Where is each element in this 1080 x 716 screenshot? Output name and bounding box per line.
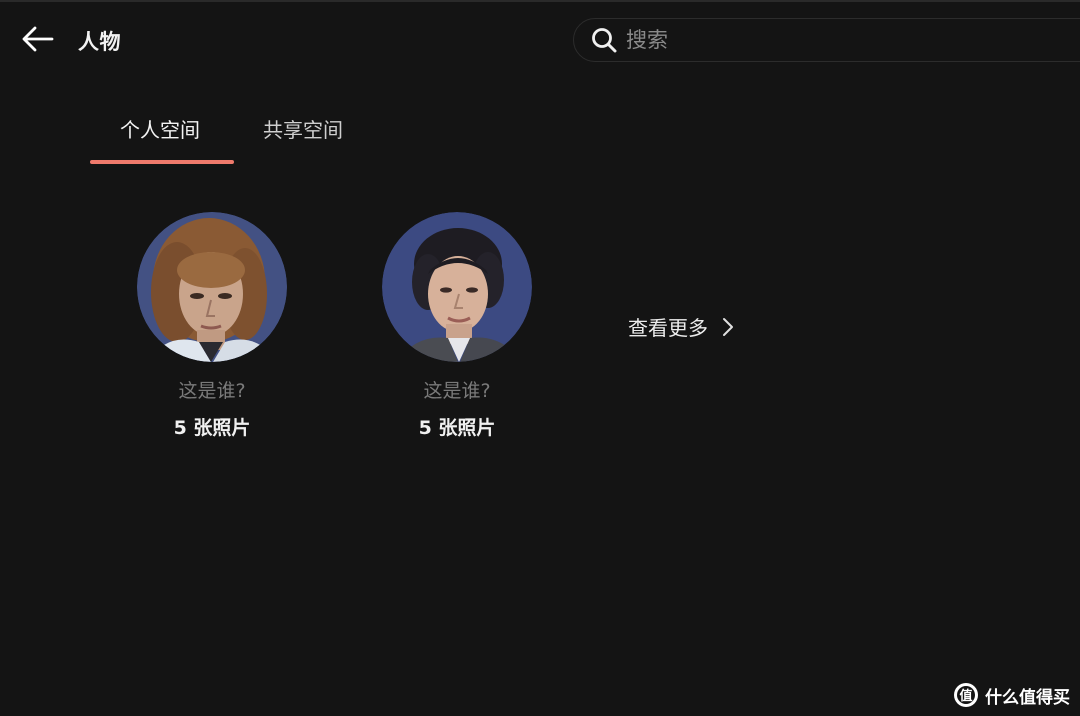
person-avatar[interactable] — [137, 212, 287, 362]
chevron-right-icon — [722, 316, 736, 338]
see-more-label: 查看更多 — [628, 316, 708, 340]
photo-count: 5 张照片 — [418, 417, 496, 439]
search-icon — [590, 26, 618, 54]
tab-personal-space[interactable]: 个人空间 — [120, 114, 200, 143]
see-more-link[interactable]: 查看更多 — [628, 312, 736, 341]
person-card[interactable]: 这是谁? 5 张照片 — [137, 212, 287, 440]
who-is-this-label[interactable]: 这是谁? — [382, 376, 532, 403]
photo-count: 5 张照片 — [173, 417, 251, 439]
back-button[interactable] — [18, 24, 56, 58]
watermark-text: 什么值得买 — [985, 687, 1070, 708]
active-tab-indicator — [90, 160, 234, 164]
watermark: 值 什么值得买 — [953, 682, 1070, 708]
search-bar[interactable] — [573, 18, 1080, 62]
svg-text:值: 值 — [959, 688, 972, 704]
app-window: 人物 个人空间 共享空间 — [0, 0, 1080, 716]
person-card[interactable]: 这是谁? 5 张照片 — [382, 212, 532, 440]
person-avatar[interactable] — [382, 212, 532, 362]
who-is-this-label[interactable]: 这是谁? — [137, 376, 287, 403]
smzdm-logo-icon: 值 — [954, 683, 978, 707]
arrow-left-icon — [20, 25, 54, 57]
search-input[interactable] — [624, 27, 1028, 53]
tab-shared-space[interactable]: 共享空间 — [263, 114, 343, 143]
page-title: 人物 — [78, 30, 121, 54]
